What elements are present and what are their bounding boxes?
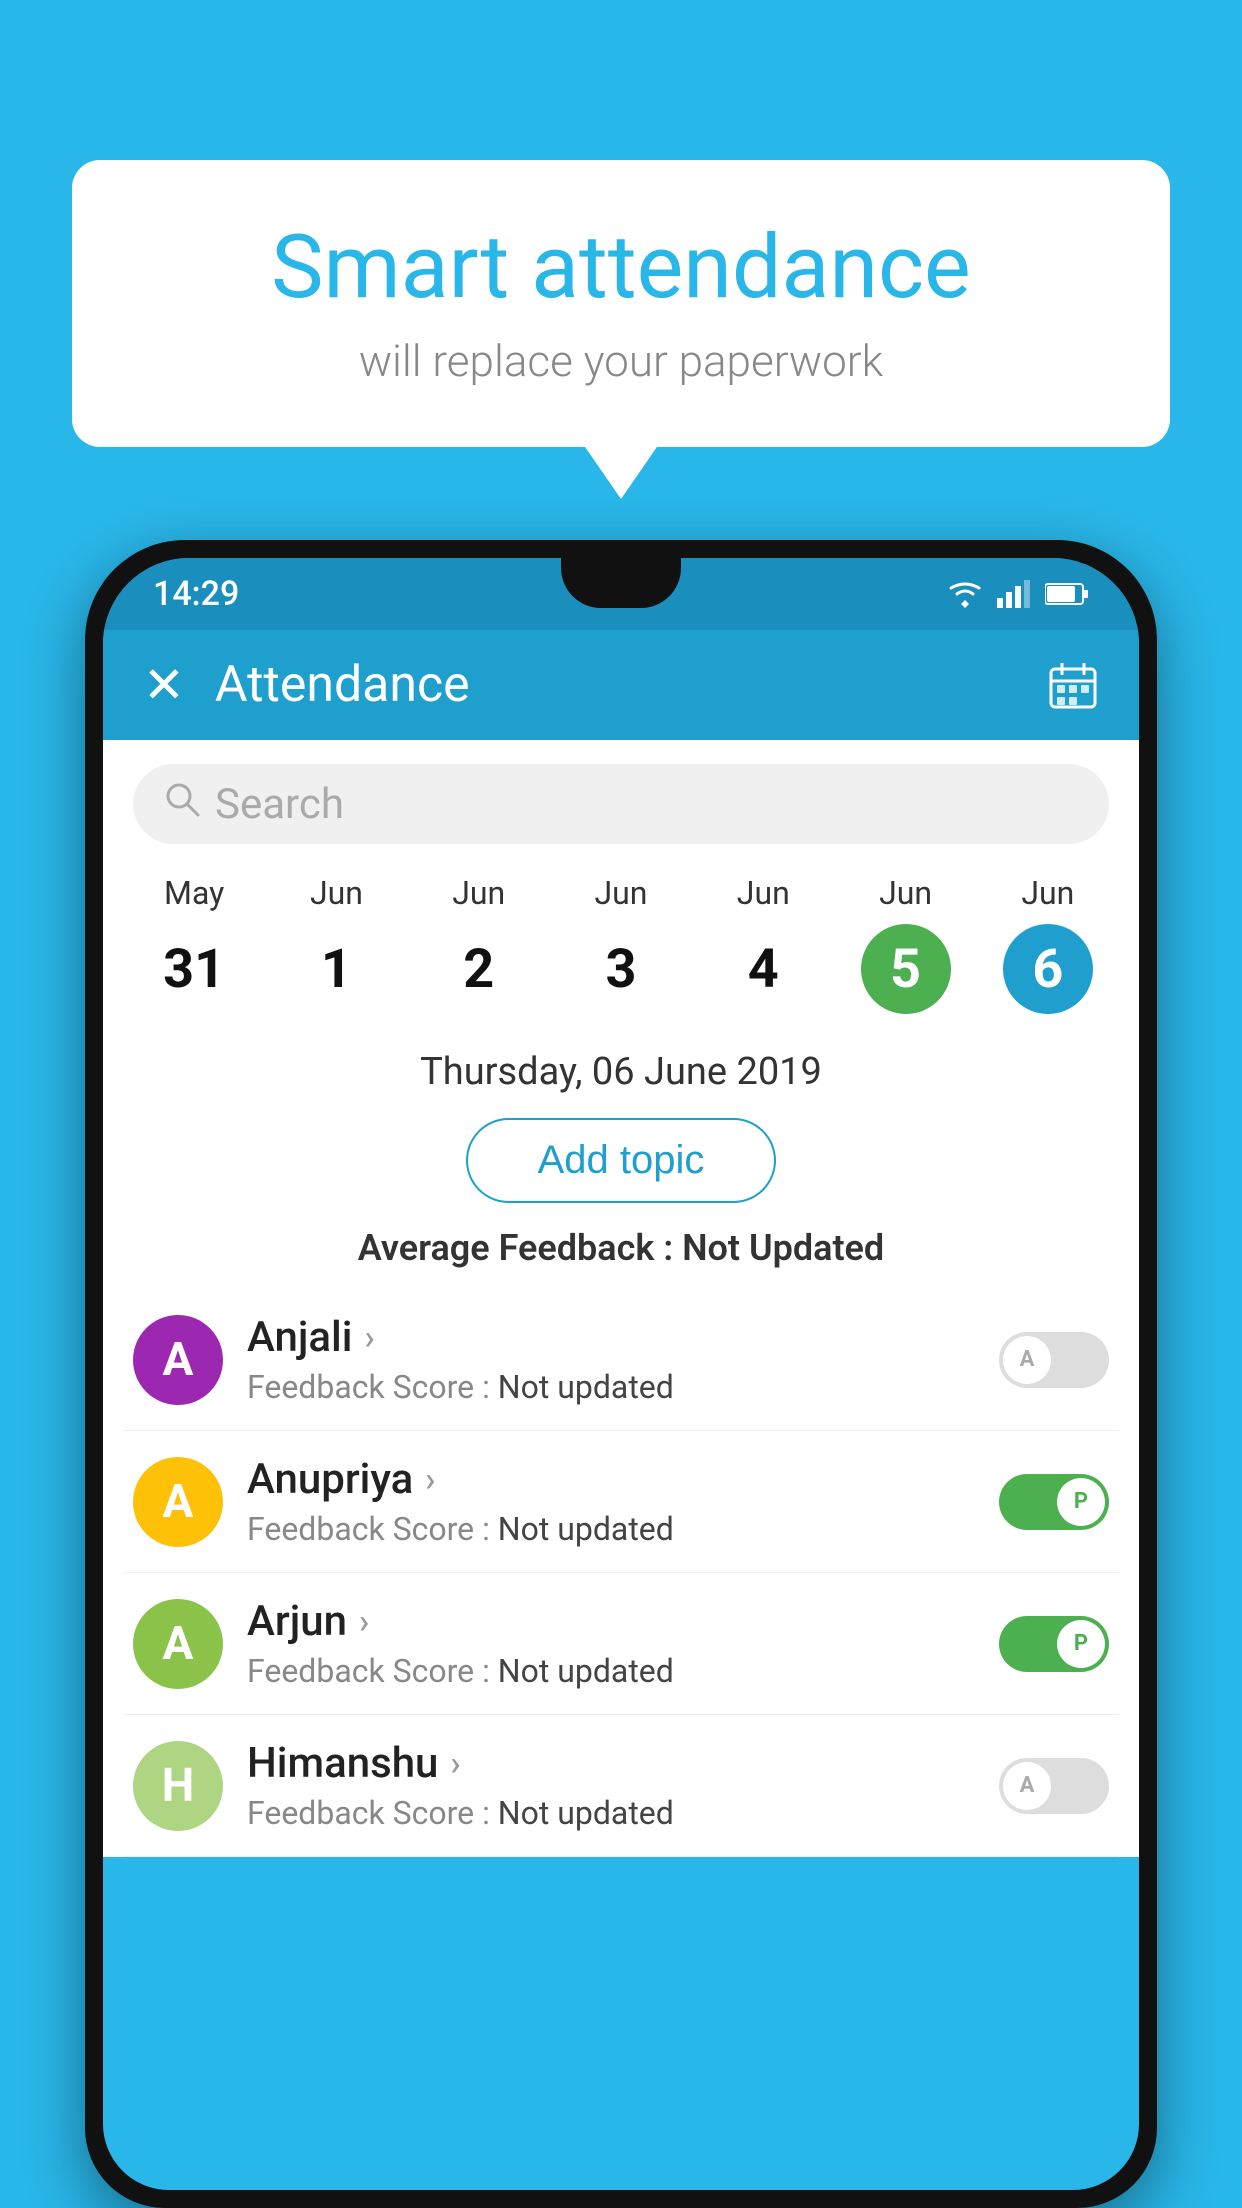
student-info[interactable]: Anupriya › Feedback Score : Not updated <box>247 1455 975 1548</box>
list-item: A Anupriya › Feedback Score : Not update… <box>123 1431 1119 1573</box>
screen-content: Search May 31 Jun 1 Jun 2 Jun 3 <box>103 740 1139 1857</box>
student-feedback: Feedback Score : Not updated <box>247 1794 975 1832</box>
status-icons <box>947 580 1089 608</box>
toggle-knob: A <box>1003 1762 1051 1810</box>
signal-icon <box>997 580 1031 608</box>
search-bar[interactable]: Search <box>133 764 1109 844</box>
calendar-icon[interactable] <box>1047 659 1099 711</box>
student-list: A Anjali › Feedback Score : Not updated … <box>103 1289 1139 1857</box>
app-bar: ✕ Attendance <box>103 630 1139 740</box>
attendance-toggle[interactable]: A <box>999 1758 1109 1814</box>
toggle-knob: A <box>1003 1336 1051 1384</box>
avatar: A <box>133 1315 223 1405</box>
avatar: A <box>133 1599 223 1689</box>
cal-day-5[interactable]: Jun 5 <box>861 874 951 1014</box>
speech-bubble-container: Smart attendance will replace your paper… <box>72 160 1170 447</box>
student-feedback: Feedback Score : Not updated <box>247 1652 975 1690</box>
list-item: A Anjali › Feedback Score : Not updated … <box>123 1289 1119 1431</box>
toggle-absent[interactable]: A <box>999 1758 1109 1814</box>
cal-day-4[interactable]: Jun 4 <box>718 874 808 1014</box>
avatar: A <box>133 1457 223 1547</box>
chevron-icon: › <box>359 1602 369 1642</box>
battery-icon <box>1045 583 1089 605</box>
phone-frame: 14:29 <box>85 540 1157 2208</box>
attendance-toggle[interactable]: A <box>999 1332 1109 1388</box>
toggle-present[interactable]: P <box>999 1474 1109 1530</box>
cal-day-2[interactable]: Jun 2 <box>434 874 524 1014</box>
status-time: 14:29 <box>153 574 239 614</box>
selected-date: Thursday, 06 June 2019 <box>103 1050 1139 1094</box>
app-bar-title: Attendance <box>215 656 1047 714</box>
toggle-present[interactable]: P <box>999 1616 1109 1672</box>
chevron-icon: › <box>364 1318 374 1358</box>
attendance-toggle[interactable]: P <box>999 1474 1109 1530</box>
notch <box>561 558 681 608</box>
student-name: Anupriya › <box>247 1455 975 1504</box>
toggle-knob: P <box>1057 1620 1105 1668</box>
avg-feedback: Average Feedback : Not Updated <box>103 1227 1139 1269</box>
close-button[interactable]: ✕ <box>143 656 185 715</box>
speech-bubble: Smart attendance will replace your paper… <box>72 160 1170 447</box>
cal-day-0[interactable]: May 31 <box>149 874 239 1014</box>
toggle-knob: P <box>1057 1478 1105 1526</box>
cal-day-1[interactable]: Jun 1 <box>291 874 381 1014</box>
student-info[interactable]: Anjali › Feedback Score : Not updated <box>247 1313 975 1406</box>
bubble-subtitle: will replace your paperwork <box>152 335 1090 387</box>
chevron-icon: › <box>450 1744 460 1784</box>
list-item: H Himanshu › Feedback Score : Not update… <box>123 1715 1119 1857</box>
phone-inner: 14:29 <box>103 558 1139 2190</box>
student-feedback: Feedback Score : Not updated <box>247 1368 975 1406</box>
calendar-strip: May 31 Jun 1 Jun 2 Jun 3 Jun 4 <box>103 844 1139 1014</box>
cal-day-3[interactable]: Jun 3 <box>576 874 666 1014</box>
student-info[interactable]: Arjun › Feedback Score : Not updated <box>247 1597 975 1690</box>
bubble-title: Smart attendance <box>152 220 1090 317</box>
add-topic-button[interactable]: Add topic <box>466 1118 777 1203</box>
attendance-toggle[interactable]: P <box>999 1616 1109 1672</box>
student-name: Himanshu › <box>247 1739 975 1788</box>
search-icon <box>163 780 201 828</box>
avg-feedback-label: Average Feedback : <box>358 1227 673 1269</box>
list-item: A Arjun › Feedback Score : Not updated P <box>123 1573 1119 1715</box>
search-placeholder: Search <box>215 780 344 829</box>
avg-feedback-value: Not Updated <box>682 1227 884 1269</box>
wifi-icon <box>947 580 983 608</box>
status-bar: 14:29 <box>103 558 1139 630</box>
student-name: Arjun › <box>247 1597 975 1646</box>
chevron-icon: › <box>425 1460 435 1500</box>
toggle-absent[interactable]: A <box>999 1332 1109 1388</box>
cal-day-6[interactable]: Jun 6 <box>1003 874 1093 1014</box>
avatar: H <box>133 1741 223 1831</box>
student-feedback: Feedback Score : Not updated <box>247 1510 975 1548</box>
student-info[interactable]: Himanshu › Feedback Score : Not updated <box>247 1739 975 1832</box>
student-name: Anjali › <box>247 1313 975 1362</box>
